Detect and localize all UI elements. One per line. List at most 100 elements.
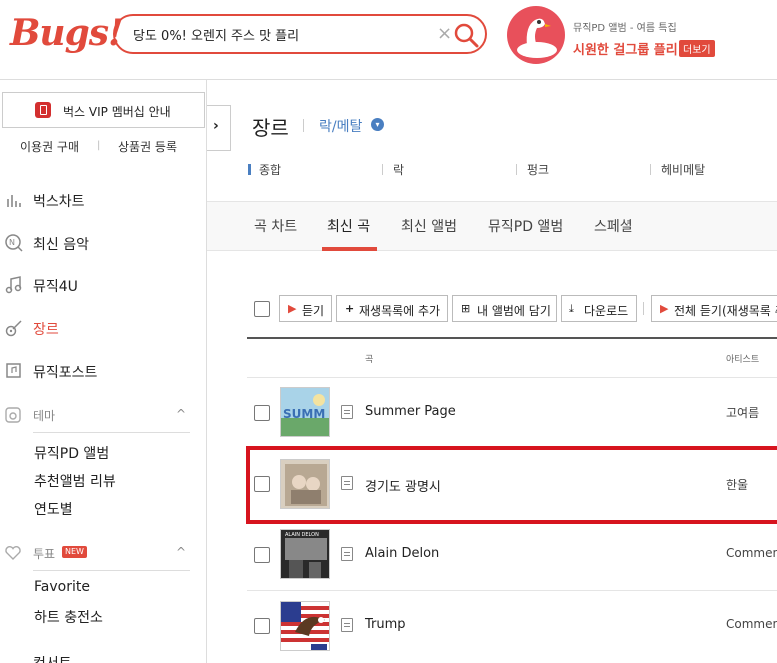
nav-genre[interactable]: 장르 bbox=[0, 313, 207, 343]
divider bbox=[516, 164, 517, 175]
vote-label: 투표 bbox=[33, 547, 56, 561]
vip-label: 벅스 VIP 멤버십 안내 bbox=[63, 105, 171, 119]
clear-icon[interactable]: × bbox=[437, 23, 452, 44]
promo-more-badge[interactable]: 더보기 bbox=[679, 40, 715, 57]
divider bbox=[303, 119, 304, 132]
divider bbox=[643, 302, 644, 315]
promo-title[interactable]: 시원한 걸그룹 플리 bbox=[573, 39, 678, 58]
nav-new-music[interactable]: N 최신 음악 bbox=[0, 228, 207, 258]
vote-section-header[interactable]: 투표 NEW ^ bbox=[0, 540, 207, 566]
svg-text:N: N bbox=[9, 238, 15, 247]
chevron-right-icon: › bbox=[213, 118, 219, 134]
nav-label: 벅스차트 bbox=[33, 194, 85, 210]
album-cover[interactable]: ALAIN DELON bbox=[280, 529, 330, 579]
track-title[interactable]: Trump bbox=[365, 617, 406, 632]
genre-tab-all[interactable]: 종합 bbox=[259, 161, 281, 178]
left-sidebar: 벅스 VIP 멤버십 안내 이용권 구매 | 상품권 등록 벅스차트 N 최신 … bbox=[0, 80, 207, 663]
search-bar: × bbox=[113, 14, 487, 54]
vote-item-favorite[interactable]: Favorite bbox=[34, 579, 90, 595]
row-divider bbox=[247, 590, 777, 591]
chevron-up-icon[interactable]: ^ bbox=[176, 407, 186, 421]
tab-new-songs[interactable]: 최신 곡 bbox=[327, 216, 370, 236]
theme-label: 테마 bbox=[33, 409, 56, 423]
genre-tab-heavymetal[interactable]: 헤비메탈 bbox=[661, 161, 705, 178]
active-marker bbox=[248, 164, 251, 175]
listen-button[interactable]: ▶ 듣기 bbox=[279, 295, 332, 322]
genre-filter-tabs: 종합 락 펑크 헤비메탈 bbox=[247, 161, 777, 179]
bugs-logo[interactable]: Bugs! bbox=[10, 12, 124, 54]
track-checkbox[interactable] bbox=[254, 618, 270, 634]
divider bbox=[382, 164, 383, 175]
nav-label: 뮤직포스트 bbox=[33, 365, 98, 381]
lyrics-icon[interactable] bbox=[341, 405, 353, 419]
vip-membership-button[interactable]: 벅스 VIP 멤버십 안내 bbox=[2, 92, 205, 128]
sidebar-collapse-button[interactable]: › bbox=[207, 105, 231, 151]
nav-music4u[interactable]: 뮤직4U bbox=[0, 270, 207, 300]
guitar-icon bbox=[5, 320, 22, 337]
chevron-down-icon[interactable]: ▾ bbox=[371, 118, 384, 131]
nav-label: 장르 bbox=[33, 322, 59, 338]
column-title: 곡 bbox=[365, 355, 374, 365]
promo-image[interactable] bbox=[507, 6, 565, 64]
divider bbox=[33, 570, 190, 571]
download-icon: ⤓ bbox=[569, 302, 574, 315]
nav-label: 최신 음악 bbox=[33, 237, 89, 253]
theme-item-musicpd[interactable]: 뮤직PD 앨범 bbox=[34, 443, 109, 463]
download-button[interactable]: ⤓ 다운로드 bbox=[561, 295, 637, 322]
album-cover[interactable]: SUMM bbox=[280, 387, 330, 437]
plus-icon: + bbox=[345, 302, 355, 315]
track-artist[interactable]: Commentary bbox=[726, 546, 777, 560]
svg-text:SUMM: SUMM bbox=[283, 407, 325, 421]
select-all-checkbox[interactable] bbox=[254, 301, 270, 317]
divider bbox=[650, 164, 651, 175]
theme-section-header[interactable]: 테마 ^ bbox=[0, 402, 207, 428]
heart-icon bbox=[5, 546, 21, 560]
active-tab-indicator bbox=[322, 247, 377, 251]
svg-text:ALAIN DELON: ALAIN DELON bbox=[285, 532, 319, 538]
chevron-up-icon[interactable]: ^ bbox=[176, 545, 186, 559]
gift-card-link[interactable]: 상품권 등록 bbox=[118, 138, 177, 155]
add-to-my-album-button[interactable]: ⊞ 내 앨범에 담기 bbox=[452, 295, 557, 322]
track-checkbox[interactable] bbox=[254, 547, 270, 563]
music-note-icon bbox=[5, 276, 22, 294]
nav-chart[interactable]: 벅스차트 bbox=[0, 185, 207, 215]
column-artist: 아티스트 bbox=[726, 355, 760, 365]
top-header: Bugs! × 뮤직PD 앨범 - 여름 특집 시원한 걸그룹 플리 더보기 bbox=[0, 0, 777, 80]
play-icon: ▶ bbox=[288, 302, 297, 315]
listen-all-button[interactable]: ▶ 전체 듣기(재생목록 추가) bbox=[651, 295, 777, 322]
genre-tab-punk[interactable]: 펑크 bbox=[527, 161, 549, 178]
play-icon: ▶ bbox=[660, 302, 669, 315]
divider bbox=[33, 432, 190, 433]
album-cover[interactable] bbox=[280, 601, 330, 651]
theme-icon bbox=[5, 407, 21, 423]
buy-pass-link[interactable]: 이용권 구매 bbox=[20, 138, 79, 155]
theme-item-year[interactable]: 연도별 bbox=[34, 499, 73, 519]
search-icon[interactable] bbox=[453, 22, 479, 48]
sub-genre-select[interactable]: 락/메탈 bbox=[319, 116, 362, 136]
genre-tab-rock[interactable]: 락 bbox=[393, 161, 404, 178]
tab-song-chart[interactable]: 곡 차트 bbox=[254, 216, 297, 236]
track-title[interactable]: Alain Delon bbox=[365, 546, 439, 561]
track-title[interactable]: Summer Page bbox=[365, 404, 456, 419]
theme-item-review[interactable]: 추천앨범 리뷰 bbox=[34, 471, 116, 491]
track-artist[interactable]: Commentary bbox=[726, 617, 777, 631]
page-title: 장르 bbox=[252, 116, 289, 140]
nav-music-post[interactable]: 뮤직포스트 bbox=[0, 356, 207, 386]
new-badge: NEW bbox=[62, 546, 87, 558]
tab-musicpd-albums[interactable]: 뮤직PD 앨범 bbox=[488, 216, 563, 236]
track-artist[interactable]: 고여름 bbox=[726, 404, 759, 421]
tab-special[interactable]: 스페셜 bbox=[594, 216, 633, 236]
nav-concert[interactable]: 컨서트 bbox=[0, 647, 207, 663]
promo-subtitle[interactable]: 뮤직PD 앨범 - 여름 특집 bbox=[573, 19, 677, 34]
track-checkbox[interactable] bbox=[254, 405, 270, 421]
highlight-box bbox=[246, 446, 777, 524]
chart-icon bbox=[7, 195, 21, 207]
link-divider: | bbox=[97, 140, 101, 151]
add-to-playlist-button[interactable]: + 재생목록에 추가 bbox=[336, 295, 448, 322]
lyrics-icon[interactable] bbox=[341, 618, 353, 632]
search-input[interactable] bbox=[133, 24, 433, 44]
vote-item-heart[interactable]: 하트 충전소 bbox=[34, 607, 103, 627]
add-album-icon: ⊞ bbox=[461, 302, 471, 315]
lyrics-icon[interactable] bbox=[341, 547, 353, 561]
tab-new-albums[interactable]: 최신 앨범 bbox=[401, 216, 457, 236]
